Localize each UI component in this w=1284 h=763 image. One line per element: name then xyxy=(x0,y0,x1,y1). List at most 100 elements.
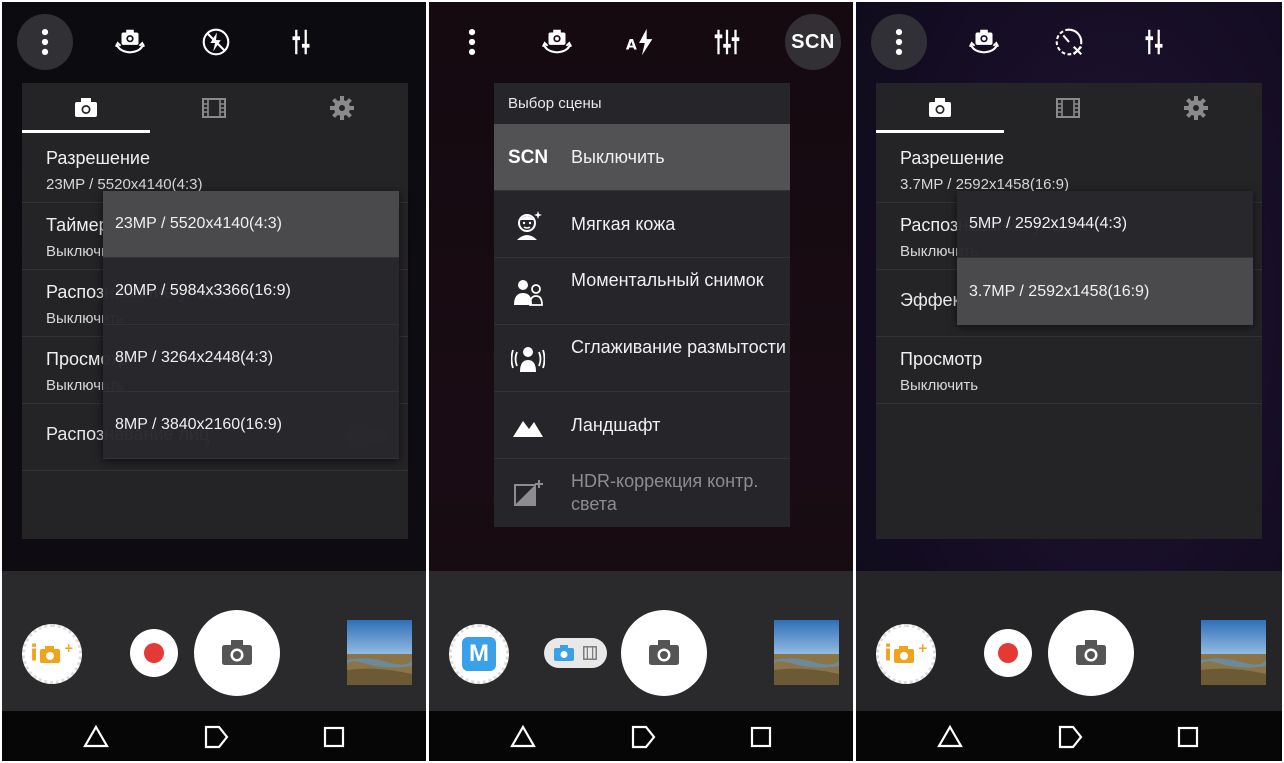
tab-general-settings[interactable] xyxy=(278,83,406,133)
nav-recents-button[interactable] xyxy=(320,723,348,751)
switch-camera-button[interactable] xyxy=(102,14,158,70)
camera-top-bar xyxy=(856,2,1282,80)
switch-camera-icon xyxy=(541,29,573,54)
resolution-option[interactable]: 8MP / 3840x2160(16:9) xyxy=(103,392,399,459)
scene-label: Выключить xyxy=(571,147,665,167)
scene-label: Мягкая кожа xyxy=(571,214,676,234)
camera-controls-bar: i + xyxy=(2,571,426,711)
landscape-photo-thumbnail xyxy=(347,620,412,685)
camera-settings-panel-1: Разрешение 23MP / 5520x4140(4:3) Таймер … xyxy=(2,2,426,761)
record-button[interactable] xyxy=(130,629,178,677)
switch-camera-button[interactable] xyxy=(529,14,585,70)
tab-general-settings[interactable] xyxy=(1132,83,1260,133)
scene-label: Сглаживание размытости xyxy=(571,337,786,357)
scene-item-hdr[interactable]: HDR-коррекция контр. света xyxy=(494,459,790,526)
record-button[interactable] xyxy=(984,629,1032,677)
scn-label: SCN xyxy=(791,30,835,53)
shutter-button[interactable] xyxy=(1048,610,1134,696)
adjustments-button[interactable] xyxy=(1126,14,1182,70)
gallery-thumbnail[interactable] xyxy=(347,620,412,685)
camera-controls-bar: M xyxy=(429,571,853,711)
system-nav-bar xyxy=(2,711,426,761)
system-nav-bar xyxy=(429,711,853,761)
settings-tabs xyxy=(876,83,1262,133)
shutter-button[interactable] xyxy=(621,610,707,696)
nav-back-button[interactable] xyxy=(509,723,537,751)
scn-icon: SCN xyxy=(507,147,549,168)
more-vertical-icon xyxy=(895,28,903,56)
superior-auto-mode-button[interactable]: i + xyxy=(22,624,82,684)
menu-button[interactable] xyxy=(17,14,73,70)
nav-home-button[interactable] xyxy=(202,723,230,751)
setting-title: Разрешение xyxy=(46,148,150,168)
switch-camera-button[interactable] xyxy=(956,14,1012,70)
scene-item-instant-shot[interactable]: Моментальный снимок xyxy=(494,258,790,325)
resolution-option[interactable]: 3.7MP / 2592x1458(16:9) xyxy=(957,258,1253,325)
tab-video-settings[interactable] xyxy=(1004,83,1132,133)
setting-title: Просмотр xyxy=(900,349,983,369)
manual-mode-button[interactable]: M xyxy=(449,624,509,684)
hdr-backlight-icon xyxy=(508,473,548,513)
camera-icon xyxy=(649,640,679,665)
resolution-option[interactable]: 5MP / 2592x1944(4:3) xyxy=(957,191,1253,258)
tab-photo-settings[interactable] xyxy=(22,83,150,133)
flash-auto-icon: A xyxy=(626,28,653,56)
soft-skin-icon xyxy=(508,205,548,245)
square-recents-icon xyxy=(750,726,772,748)
scene-menu-title: Выбор сцены xyxy=(508,95,602,112)
camera-top-bar xyxy=(2,2,426,80)
blur-reduction-icon xyxy=(508,339,548,379)
triangle-back-icon xyxy=(510,724,536,748)
film-icon xyxy=(202,98,226,118)
triangle-back-icon xyxy=(937,724,963,748)
film-icon xyxy=(1056,98,1080,118)
nav-home-button[interactable] xyxy=(1056,723,1084,751)
timer-button[interactable] xyxy=(1041,14,1097,70)
scene-selection-button[interactable]: SCN xyxy=(785,14,841,70)
superior-auto-mode-button[interactable]: i + xyxy=(876,624,936,684)
nav-recents-button[interactable] xyxy=(747,723,775,751)
settings-tabs xyxy=(22,83,408,133)
more-vertical-icon xyxy=(468,28,476,56)
resolution-option[interactable]: 8MP / 3264x2448(4:3) xyxy=(103,325,399,392)
system-nav-bar xyxy=(856,711,1282,761)
tab-photo-settings[interactable] xyxy=(876,83,1004,133)
scene-label: Моментальный снимок xyxy=(571,270,764,290)
resolution-option[interactable]: 23MP / 5520x4140(4:3) xyxy=(103,191,399,258)
home-tag-icon xyxy=(204,725,229,749)
landscape-icon xyxy=(508,406,548,446)
manual-mode-icon: M xyxy=(462,637,496,671)
setting-title: Разрешение xyxy=(900,148,1004,168)
superior-auto-icon: i + xyxy=(884,641,928,667)
photo-video-switcher[interactable] xyxy=(544,638,607,668)
adjustments-button[interactable] xyxy=(699,14,755,70)
scene-label: Ландшафт xyxy=(571,415,661,435)
flash-off-icon xyxy=(202,28,230,56)
settings-card: Разрешение 23MP / 5520x4140(4:3) Таймер … xyxy=(22,83,408,539)
nav-home-button[interactable] xyxy=(629,723,657,751)
gallery-thumbnail[interactable] xyxy=(1201,620,1266,685)
menu-button[interactable] xyxy=(444,14,500,70)
camera-icon xyxy=(929,98,951,117)
nav-back-button[interactable] xyxy=(936,723,964,751)
scene-item-off[interactable]: SCN Выключить xyxy=(494,124,790,191)
scene-item-landscape[interactable]: Ландшафт xyxy=(494,392,790,459)
camera-controls-bar: i + xyxy=(856,571,1282,711)
nav-recents-button[interactable] xyxy=(1174,723,1202,751)
flash-button[interactable]: A xyxy=(613,14,669,70)
scene-item-soft-skin[interactable]: Мягкая кожа xyxy=(494,191,790,258)
flash-button[interactable] xyxy=(188,14,244,70)
camera-scene-panel: A SCN Выбор сцены SCN Выключить Мягкая к… xyxy=(429,2,853,761)
adjustments-button[interactable] xyxy=(273,14,329,70)
shutter-button[interactable] xyxy=(194,610,280,696)
setting-preview[interactable]: Просмотр Выключить xyxy=(876,337,1262,404)
scene-item-blur-reduction[interactable]: Сглаживание размытости xyxy=(494,325,790,392)
tab-video-settings[interactable] xyxy=(150,83,278,133)
nav-back-button[interactable] xyxy=(82,723,110,751)
gallery-thumbnail[interactable] xyxy=(774,620,839,685)
resolution-option[interactable]: 20MP / 5984x3366(16:9) xyxy=(103,258,399,325)
resolution-dropdown: 5MP / 2592x1944(4:3) 3.7MP / 2592x1458(1… xyxy=(957,191,1253,325)
camera-icon xyxy=(554,645,575,661)
menu-button[interactable] xyxy=(871,14,927,70)
scene-selection-menu: Выбор сцены SCN Выключить Мягкая кожа Мо… xyxy=(494,83,790,527)
